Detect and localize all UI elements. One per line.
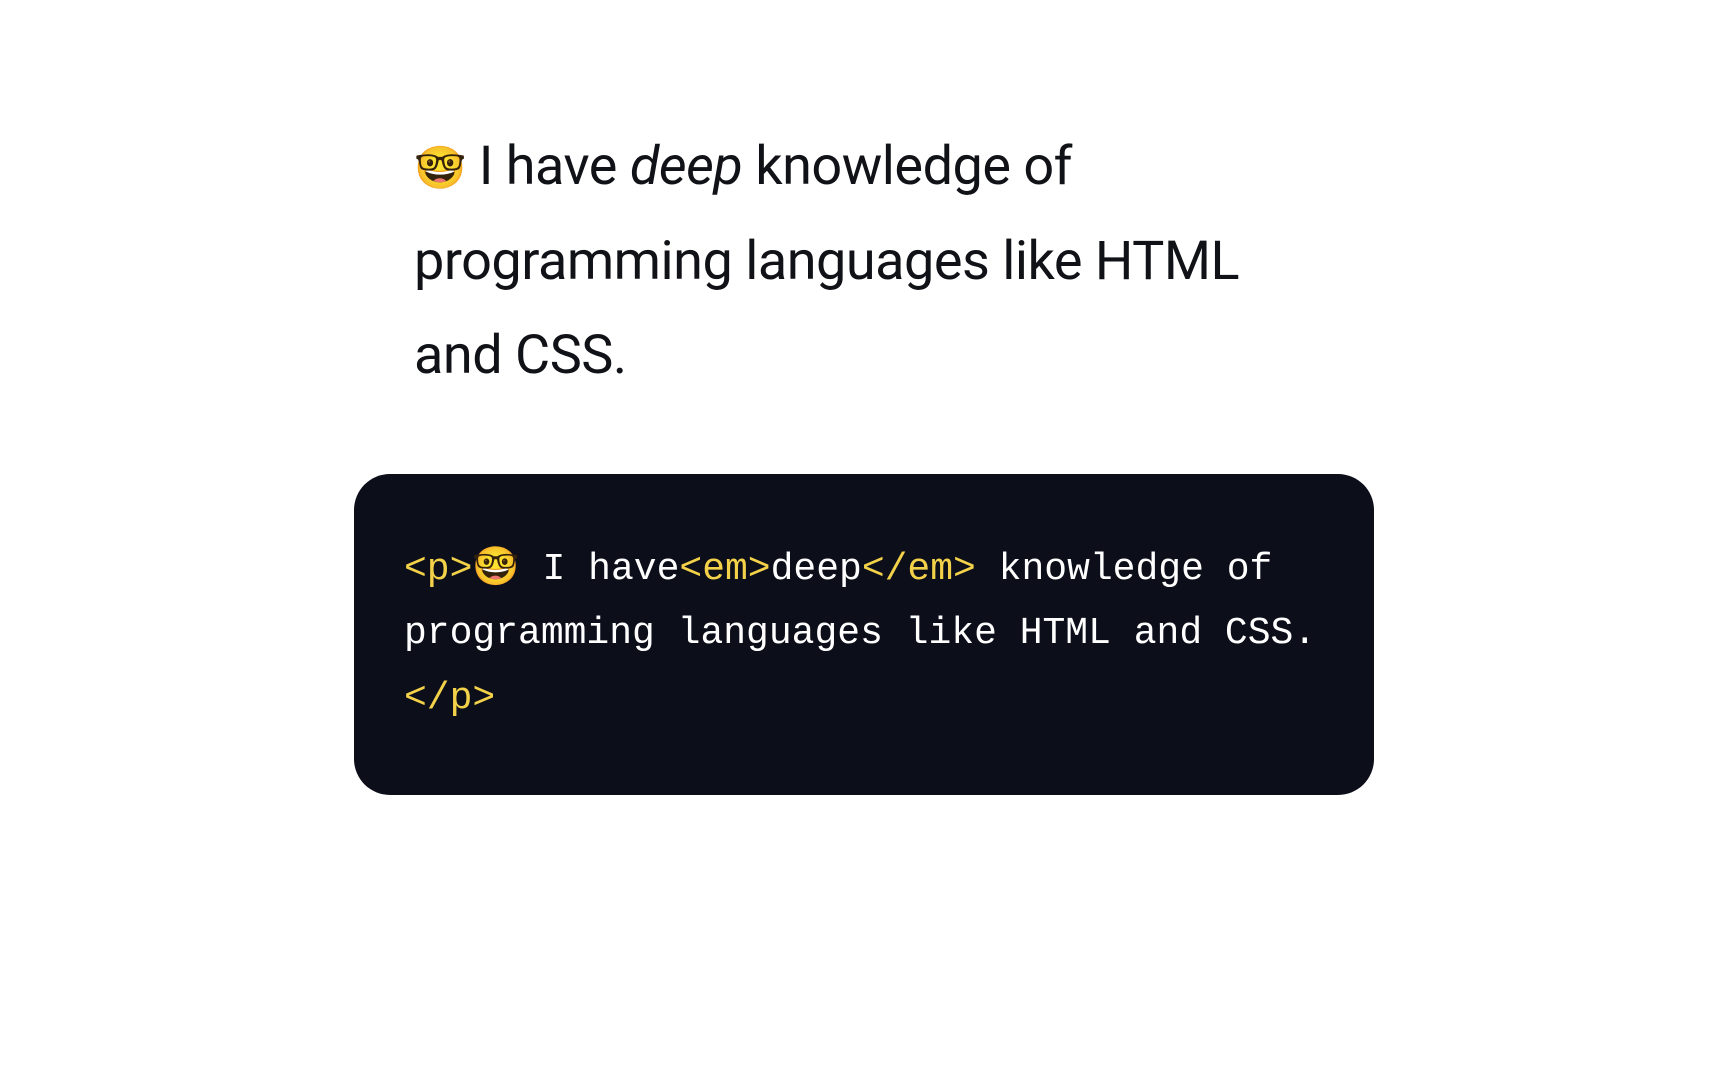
code-emoji: 🤓 — [472, 548, 519, 591]
code-tag-em-open: <em> — [679, 548, 770, 591]
example-paragraph: 🤓 I have deep knowledge of programming l… — [414, 120, 1334, 404]
code-em-text: deep — [771, 548, 862, 591]
code-block: <p>🤓 I have<em>deep</em> knowledge of pr… — [354, 474, 1374, 796]
paragraph-text-before-em: I have — [466, 135, 630, 198]
code-tag-p-open: <p> — [404, 548, 472, 591]
code-tag-em-close: </em> — [862, 548, 976, 591]
code-tag-p-close: </p> — [404, 677, 495, 720]
paragraph-emphasis: deep — [630, 135, 743, 198]
code-text-1: I have — [520, 548, 680, 591]
nerd-face-icon: 🤓 — [414, 144, 466, 193]
